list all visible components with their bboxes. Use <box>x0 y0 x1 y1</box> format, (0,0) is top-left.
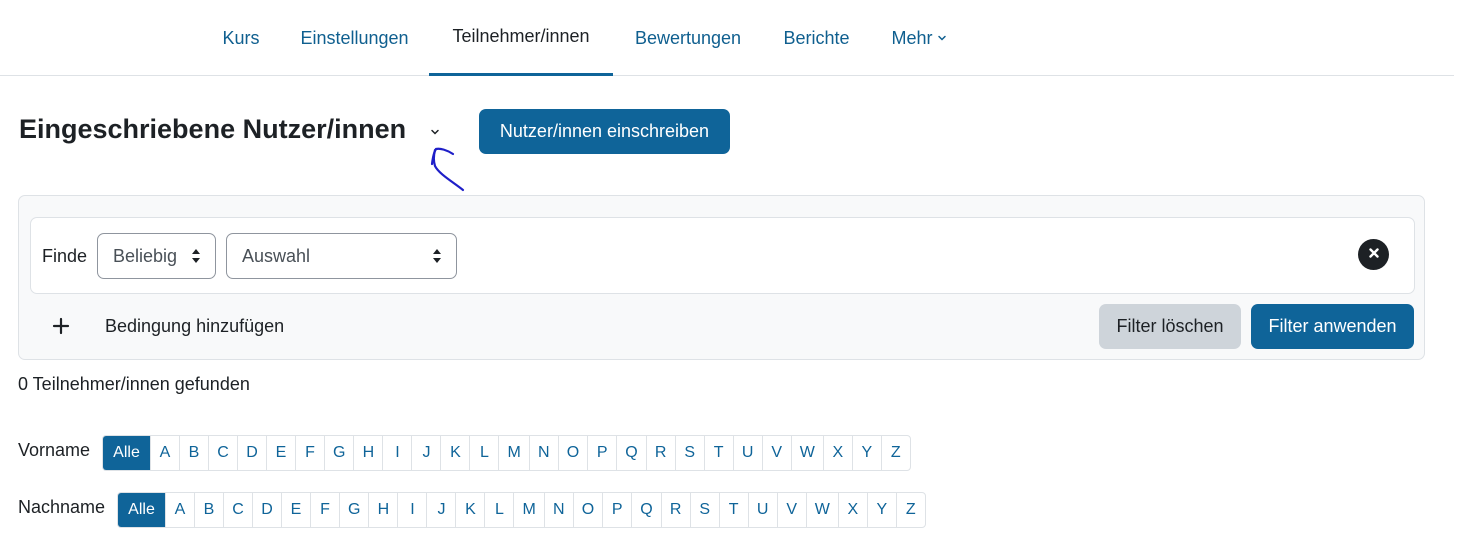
initial-letter-l[interactable]: L <box>469 436 498 470</box>
tab-grades-label: Bewertungen <box>634 27 742 48</box>
initial-letter-k[interactable]: K <box>455 493 484 527</box>
close-icon <box>1368 246 1380 264</box>
initial-letter-p[interactable]: P <box>587 436 616 470</box>
initial-letter-b[interactable]: B <box>194 493 223 527</box>
initial-letter-t[interactable]: T <box>703 436 733 470</box>
tab-reports[interactable]: Berichte <box>768 0 865 76</box>
initial-letter-s[interactable]: S <box>689 493 719 527</box>
initial-letter-w[interactable]: W <box>790 436 823 470</box>
tab-participants[interactable]: Teilnehmer/innen <box>429 0 613 76</box>
initial-letter-x[interactable]: X <box>822 436 852 470</box>
initial-letter-d[interactable]: D <box>237 436 266 470</box>
filter-type-select-value: Auswahl <box>242 245 311 266</box>
initial-letter-z[interactable]: Z <box>895 493 925 527</box>
title-dropdown-toggle[interactable] <box>426 125 444 143</box>
initial-letter-l[interactable]: L <box>484 493 513 527</box>
lastname-initials-label: Nachname <box>18 497 106 517</box>
clear-filters-button[interactable]: Filter löschen <box>1099 304 1241 349</box>
initial-letter-i[interactable]: I <box>397 493 426 527</box>
initial-letter-h[interactable]: H <box>368 493 397 527</box>
initial-letter-n[interactable]: N <box>528 436 558 470</box>
apply-filters-button[interactable]: Filter anwenden <box>1251 304 1414 349</box>
firstname-initials-label: Vorname <box>18 440 91 460</box>
initial-letter-g[interactable]: G <box>339 493 368 527</box>
page-title: Eingeschriebene Nutzer/innen <box>19 114 407 144</box>
initial-letter-s[interactable]: S <box>674 436 704 470</box>
initial-letter-j[interactable]: J <box>426 493 455 527</box>
initial-letter-y[interactable]: Y <box>866 493 896 527</box>
tab-settings-label: Einstellungen <box>300 27 409 48</box>
initial-letter-v[interactable]: V <box>761 436 791 470</box>
initial-letter-k[interactable]: K <box>440 436 469 470</box>
initial-letter-q[interactable]: Q <box>631 493 660 527</box>
tab-grades[interactable]: Bewertungen <box>619 0 757 76</box>
initial-letter-r[interactable]: R <box>645 436 675 470</box>
tab-participants-label: Teilnehmer/innen <box>452 26 590 46</box>
initial-letter-w[interactable]: W <box>805 493 838 527</box>
remove-condition-button[interactable] <box>1358 239 1389 270</box>
initial-letter-x[interactable]: X <box>837 493 867 527</box>
tab-settings[interactable]: Einstellungen <box>284 0 425 76</box>
plus-icon <box>49 314 73 338</box>
initial-letter-c[interactable]: C <box>223 493 252 527</box>
initial-letter-y[interactable]: Y <box>851 436 881 470</box>
tab-more[interactable]: Mehr <box>878 0 960 76</box>
initial-letter-p[interactable]: P <box>602 493 631 527</box>
select-caret-icon <box>191 247 201 270</box>
initial-letter-g[interactable]: G <box>324 436 353 470</box>
secondary-navigation: Kurs Einstellungen Teilnehmer/innen Bewe… <box>0 0 1454 76</box>
tab-course-label: Kurs <box>222 27 260 48</box>
match-select[interactable]: Beliebig <box>97 233 216 279</box>
initial-all[interactable]: Alle <box>118 493 165 527</box>
initial-letter-t[interactable]: T <box>718 493 748 527</box>
initial-letter-z[interactable]: Z <box>880 436 910 470</box>
initial-letter-a[interactable]: A <box>150 436 179 470</box>
initial-letter-f[interactable]: F <box>310 493 339 527</box>
initial-letter-h[interactable]: H <box>353 436 382 470</box>
initial-letter-m[interactable]: M <box>513 493 543 527</box>
initial-letter-q[interactable]: Q <box>616 436 645 470</box>
tab-more-label: Mehr <box>891 27 933 48</box>
add-condition-label: Bedingung hinzufügen <box>105 315 285 336</box>
enrol-users-button[interactable]: Nutzer/innen einschreiben <box>479 109 730 154</box>
chevron-down-icon <box>937 33 947 43</box>
initial-all[interactable]: Alle <box>103 436 150 470</box>
initial-letter-n[interactable]: N <box>543 493 573 527</box>
participants-count: 0 Teilnehmer/innen gefunden <box>18 374 250 394</box>
initial-letter-e[interactable]: E <box>266 436 295 470</box>
initial-letter-v[interactable]: V <box>776 493 806 527</box>
initial-letter-j[interactable]: J <box>411 436 440 470</box>
filter-panel: Finde Beliebig Auswahl Bedingung hinzufü… <box>18 195 1425 360</box>
chevron-down-icon <box>429 125 441 143</box>
filter-condition-row: Finde Beliebig Auswahl <box>30 217 1415 294</box>
initial-letter-a[interactable]: A <box>165 493 194 527</box>
initial-letter-f[interactable]: F <box>295 436 324 470</box>
initial-letter-u[interactable]: U <box>747 493 777 527</box>
initial-letter-m[interactable]: M <box>498 436 528 470</box>
annotation-arrow-icon <box>430 147 465 192</box>
initial-letter-o[interactable]: O <box>557 436 587 470</box>
filter-type-select[interactable]: Auswahl <box>226 233 457 279</box>
find-label: Finde <box>42 246 88 266</box>
firstname-initials-bar: Alle ABCDEFGHIJKLMNOPQRSTUVWXYZ <box>102 435 911 471</box>
initial-letter-b[interactable]: B <box>179 436 208 470</box>
initial-letter-i[interactable]: I <box>382 436 411 470</box>
tab-reports-label: Berichte <box>783 27 850 48</box>
match-select-value: Beliebig <box>113 245 178 266</box>
initial-letter-e[interactable]: E <box>281 493 310 527</box>
add-condition-button[interactable]: Bedingung hinzufügen <box>49 312 284 340</box>
initial-letter-d[interactable]: D <box>252 493 281 527</box>
initial-letter-u[interactable]: U <box>732 436 762 470</box>
lastname-initials-bar: Alle ABCDEFGHIJKLMNOPQRSTUVWXYZ <box>117 492 926 528</box>
initial-letter-r[interactable]: R <box>660 493 690 527</box>
tab-course[interactable]: Kurs <box>208 0 274 76</box>
initial-letter-c[interactable]: C <box>208 436 237 470</box>
select-caret-icon <box>432 247 442 270</box>
initial-letter-o[interactable]: O <box>572 493 602 527</box>
